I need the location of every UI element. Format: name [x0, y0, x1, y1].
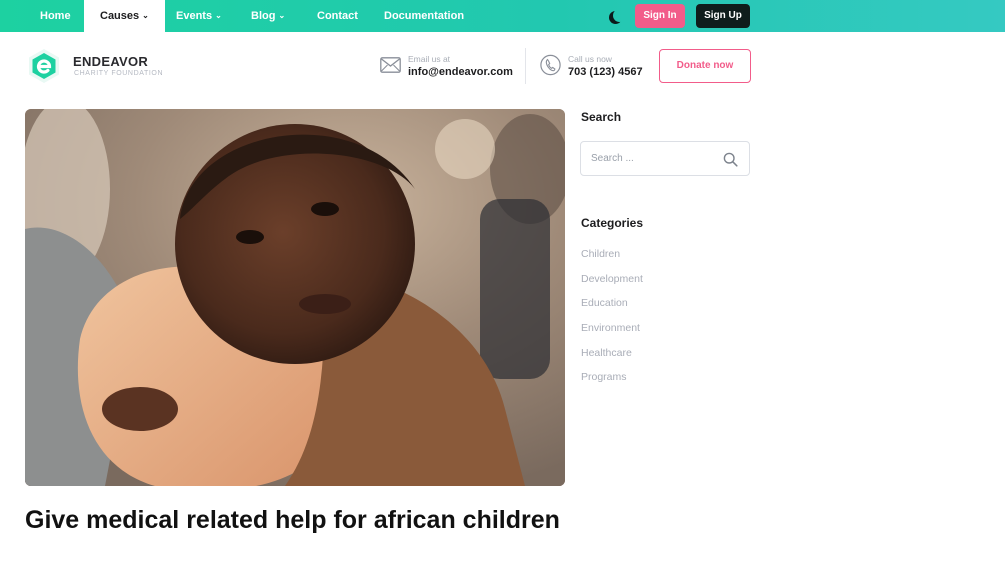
nav-causes-label: Causes: [100, 10, 140, 22]
hero-image: [25, 109, 565, 486]
category-healthcare[interactable]: Healthcare: [581, 347, 632, 359]
category-programs[interactable]: Programs: [581, 371, 627, 383]
sign-up-button[interactable]: Sign Up: [696, 4, 750, 28]
phone-icon: [540, 54, 561, 76]
top-nav: Home Causes ⌄ Events ⌄ Blog ⌄ Contact Docum…: [0, 0, 1005, 32]
endeavor-logo-icon[interactable]: [26, 48, 62, 84]
search-input[interactable]: [591, 142, 721, 175]
category-children[interactable]: Children: [581, 248, 620, 260]
nav-events[interactable]: Events ⌄: [176, 0, 222, 32]
categories-title: Categories: [581, 216, 644, 230]
mail-icon: [380, 57, 401, 73]
brand-name[interactable]: ENDEAVOR: [73, 54, 148, 69]
email-label: Email us at: [408, 54, 451, 64]
post-title: Give medical related help for african ch…: [25, 506, 560, 534]
brand-tagline: CHARITY FOUNDATION: [74, 70, 164, 77]
sign-in-button[interactable]: Sign In: [635, 4, 685, 28]
chevron-down-icon: ⌄: [278, 11, 286, 20]
donate-button[interactable]: Donate now: [659, 49, 751, 83]
category-environment[interactable]: Environment: [581, 322, 640, 334]
nav-blog-label: Blog: [251, 10, 276, 22]
nav-contact[interactable]: Contact: [317, 0, 358, 32]
search-title: Search: [581, 110, 622, 124]
phone-label: Call us now: [568, 54, 612, 64]
moon-icon[interactable]: [613, 9, 626, 22]
nav-blog[interactable]: Blog ⌄: [251, 0, 285, 32]
child-photo-illustration: [25, 109, 565, 486]
search-icon[interactable]: [723, 152, 738, 167]
phone-value[interactable]: 703 (123) 4567: [568, 66, 643, 78]
chevron-down-icon: ⌄: [142, 11, 149, 20]
email-value[interactable]: info@endeavor.com: [408, 66, 513, 78]
nav-documentation[interactable]: Documentation: [384, 0, 464, 32]
category-education[interactable]: Education: [581, 297, 628, 309]
search-box: [580, 141, 750, 176]
chevron-down-icon: ⌄: [215, 11, 222, 20]
nav-home[interactable]: Home: [40, 0, 71, 32]
nav-events-label: Events: [176, 10, 213, 22]
category-development[interactable]: Development: [581, 273, 643, 285]
nav-causes[interactable]: Causes ⌄: [84, 0, 165, 32]
header-divider: [525, 48, 526, 84]
